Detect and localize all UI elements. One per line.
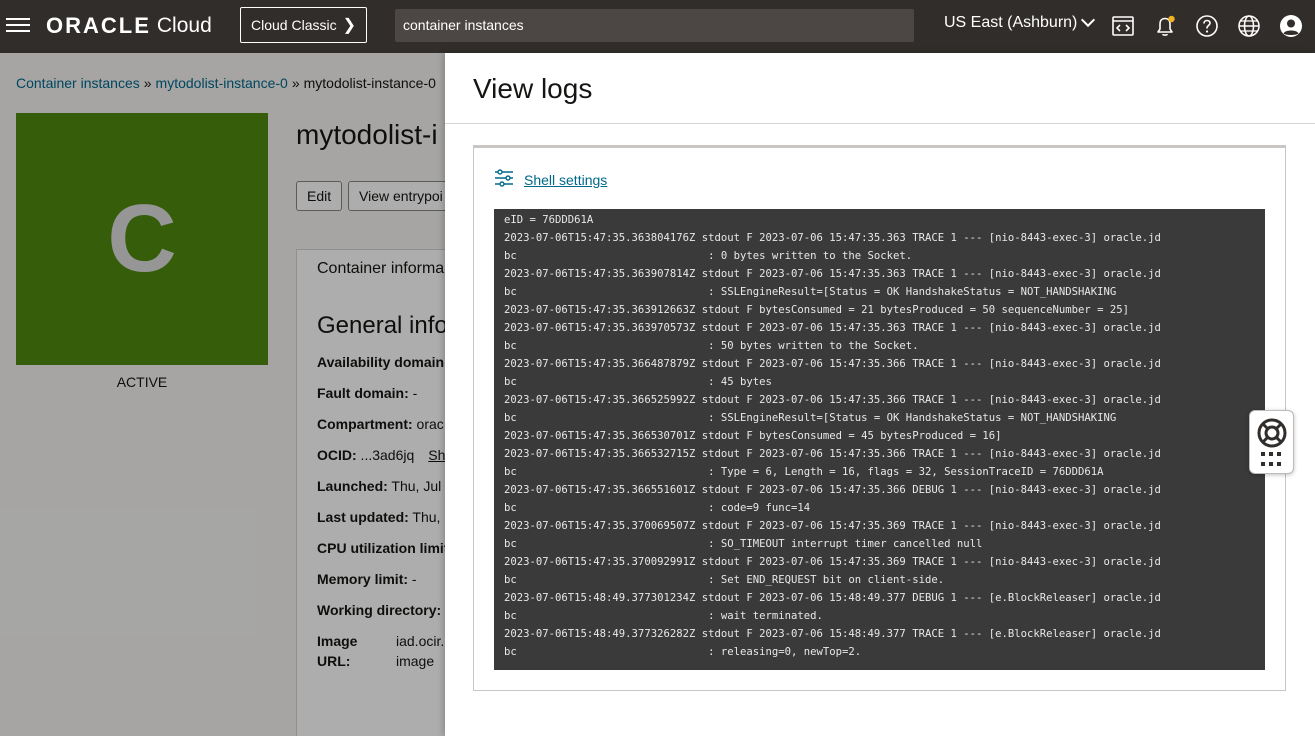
log-line: bc : 45 bytes: [504, 376, 772, 388]
general-info-heading: General info: [317, 312, 448, 339]
log-line: 2023-07-06T15:47:35.363907814Z stdout F …: [504, 268, 1161, 280]
brand-name: ORACLE: [46, 13, 151, 38]
info-row-memory-limit: Memory limit: -: [317, 571, 417, 587]
search-input[interactable]: container instances: [395, 9, 914, 42]
sliders-icon: [494, 168, 514, 191]
log-line: bc : SO_TIMEOUT interrupt timer cancelle…: [504, 538, 983, 550]
info-value: Thu, Jul: [387, 478, 442, 494]
log-line: bc : SSLEngineResult=[Status = OK Handsh…: [504, 286, 1117, 298]
info-value: ...3ad6jq: [356, 447, 415, 463]
log-line: 2023-07-06T15:47:35.366525992Z stdout F …: [504, 394, 1161, 406]
log-line: bc : Type = 6, Length = 16, flags = 32, …: [504, 466, 1104, 478]
edit-button[interactable]: Edit: [296, 181, 343, 211]
log-line: 2023-07-06T15:47:35.370092991Z stdout F …: [504, 556, 1161, 568]
info-label: Memory limit:: [317, 571, 409, 587]
info-label: Availability domain:: [317, 354, 449, 370]
page-title: mytodolist-i: [296, 119, 438, 150]
breadcrumb: Container instances» mytodolist-instance-…: [16, 75, 436, 91]
info-label: Last updated:: [317, 509, 409, 525]
chevron-right-icon: ❯: [342, 17, 356, 34]
info-value: -: [408, 385, 418, 401]
cloud-classic-label: Cloud Classic: [251, 17, 337, 33]
region-selector[interactable]: US East (Ashburn): [944, 12, 1096, 32]
log-line: bc : 50 bytes written to the Socket.: [504, 340, 919, 352]
user-profile-icon[interactable]: [1278, 13, 1304, 39]
breadcrumb-instance[interactable]: mytodolist-instance-0: [156, 75, 288, 91]
log-line: 2023-07-06T15:47:35.366530701Z stdout F …: [504, 430, 1002, 442]
drawer-divider: [445, 123, 1315, 124]
shell-settings-label: Shell settings: [524, 171, 608, 188]
info-value-image: iad.ocir.: [396, 633, 445, 649]
breadcrumb-current: mytodolist-instance-0: [303, 75, 436, 91]
log-line: 2023-07-06T15:47:35.366551601Z stdout F …: [504, 484, 1161, 496]
breadcrumb-separator: »: [143, 75, 152, 91]
lifebuoy-icon[interactable]: [1256, 417, 1288, 454]
log-line: bc : code=9 func=14: [504, 502, 811, 514]
log-terminal[interactable]: eID = 76DDD61A 2023-07-06T15:47:35.36380…: [494, 209, 1265, 670]
code-editor-icon[interactable]: [1110, 13, 1136, 39]
info-label-image: Image: [317, 633, 358, 649]
log-line: bc : Set END_REQUEST bit on client-side.: [504, 574, 945, 586]
log-line: 2023-07-06T15:48:49.377301234Z stdout F …: [504, 592, 1161, 604]
info-label: Fault domain:: [317, 385, 409, 401]
info-value: orac: [412, 416, 444, 432]
oracle-cloud-logo[interactable]: ORACLE Cloud: [46, 11, 212, 41]
info-value: -: [408, 571, 417, 587]
tab-container-information[interactable]: Container informa: [317, 260, 444, 278]
view-logs-drawer: View logs Shell settings eID = 76DDD61A …: [445, 53, 1315, 736]
status-badge: ACTIVE: [116, 374, 168, 390]
info-row-ocid: OCID: ...3ad6jq Sh: [317, 447, 445, 463]
help-widget: [1249, 410, 1294, 474]
log-line: bc : 0 bytes written to the Socket.: [504, 250, 913, 262]
log-shell-panel: Shell settings eID = 76DDD61A 2023-07-06…: [473, 145, 1286, 691]
log-line: bc : wait terminated.: [504, 610, 823, 622]
globe-icon[interactable]: [1236, 13, 1262, 39]
info-row-compartment: Compartment: orac: [317, 416, 444, 432]
info-row-availability-domain: Availability domain:: [317, 354, 449, 370]
info-label: CPU utilization limit: [317, 540, 449, 556]
info-label: Launched:: [317, 478, 388, 494]
ocid-show-link[interactable]: Sh: [428, 447, 445, 463]
info-label: Working directory:: [317, 602, 442, 618]
instance-status-tile: C: [16, 113, 268, 365]
shell-settings-link[interactable]: Shell settings: [494, 168, 607, 191]
info-row-launched: Launched: Thu, Jul: [317, 478, 441, 494]
log-line: 2023-07-06T15:47:35.366532715Z stdout F …: [504, 448, 1161, 460]
log-line: 2023-07-06T15:48:49.377326282Z stdout F …: [504, 628, 1161, 640]
bell-icon[interactable]: [1152, 13, 1178, 39]
log-line: bc : SSLEngineResult=[Status = OK Handsh…: [504, 412, 1117, 424]
hamburger-menu-icon[interactable]: [6, 14, 30, 38]
log-line: 2023-07-06T15:47:35.370069507Z stdout F …: [504, 520, 1161, 532]
info-row-last-updated: Last updated: Thu,: [317, 509, 440, 525]
chevron-down-icon: [1081, 12, 1096, 28]
info-label-url: URL:: [317, 653, 351, 669]
info-row-working-directory: Working directory:: [317, 602, 441, 618]
top-navigation-bar: ORACLE Cloud Cloud Classic ❯ container i…: [0, 0, 1315, 53]
info-value-image-url: image: [396, 653, 435, 669]
log-line: 2023-07-06T15:47:35.363804176Z stdout F …: [504, 232, 1161, 244]
apps-grid-icon[interactable]: [1261, 452, 1283, 468]
info-label: OCID:: [317, 447, 357, 463]
help-icon[interactable]: [1194, 13, 1220, 39]
view-entrypoint-button[interactable]: View entrypoi: [348, 181, 454, 211]
info-value: Thu,: [408, 509, 441, 525]
breadcrumb-separator: »: [291, 75, 300, 91]
cloud-classic-button[interactable]: Cloud Classic ❯: [240, 7, 367, 43]
log-line: 2023-07-06T15:47:35.366487879Z stdout F …: [504, 358, 1161, 370]
breadcrumb-container-instances[interactable]: Container instances: [16, 75, 140, 91]
drawer-title: View logs: [473, 73, 593, 104]
log-line: eID = 76DDD61A: [504, 214, 594, 226]
log-line: 2023-07-06T15:47:35.363970573Z stdout F …: [504, 322, 1161, 334]
log-line: bc : releasing=0, newTop=2.: [504, 646, 862, 658]
log-line: 2023-07-06T15:47:35.363912663Z stdout F …: [504, 304, 1130, 316]
brand-suffix: Cloud: [156, 14, 212, 37]
info-label: Compartment:: [317, 416, 413, 432]
region-label: US East (Ashburn): [944, 14, 1078, 31]
info-row-cpu-limit: CPU utilization limit: [317, 540, 448, 556]
info-row-fault-domain: Fault domain: -: [317, 385, 417, 401]
